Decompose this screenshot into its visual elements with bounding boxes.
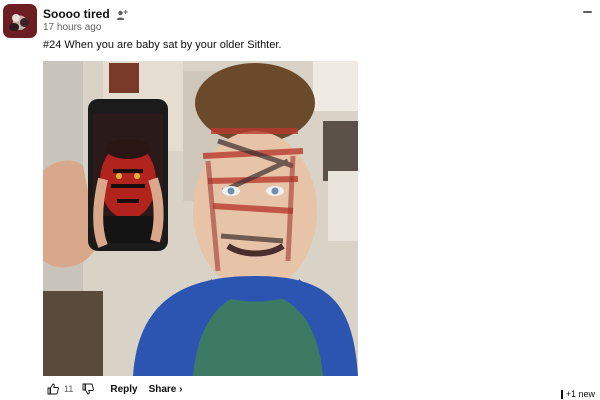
thumbs-up-icon xyxy=(47,383,59,395)
post-image[interactable] xyxy=(43,61,358,376)
channel-avatar[interactable] xyxy=(3,4,37,38)
dislike-button[interactable] xyxy=(82,383,95,395)
post-timestamp[interactable]: 17 hours ago xyxy=(43,22,101,33)
thumbs-down-icon xyxy=(82,383,95,395)
member-icon[interactable] xyxy=(116,8,128,20)
new-indicator-bar xyxy=(560,389,563,399)
post-actions: 11 Reply Share › xyxy=(47,382,182,396)
new-posts-indicator[interactable]: +1 new xyxy=(560,389,595,399)
new-posts-label: +1 new xyxy=(565,389,595,399)
like-count: 11 xyxy=(64,384,74,394)
channel-name[interactable]: Soooo tired xyxy=(43,7,110,21)
like-button[interactable] xyxy=(47,383,59,395)
menu-icon xyxy=(582,11,592,13)
post-header: Soooo tired xyxy=(43,6,128,22)
reply-button[interactable]: Reply xyxy=(110,384,137,395)
post-text: #24 When you are baby sat by your older … xyxy=(43,39,282,51)
menu-button[interactable] xyxy=(579,4,595,20)
share-button[interactable]: Share › xyxy=(149,384,183,395)
